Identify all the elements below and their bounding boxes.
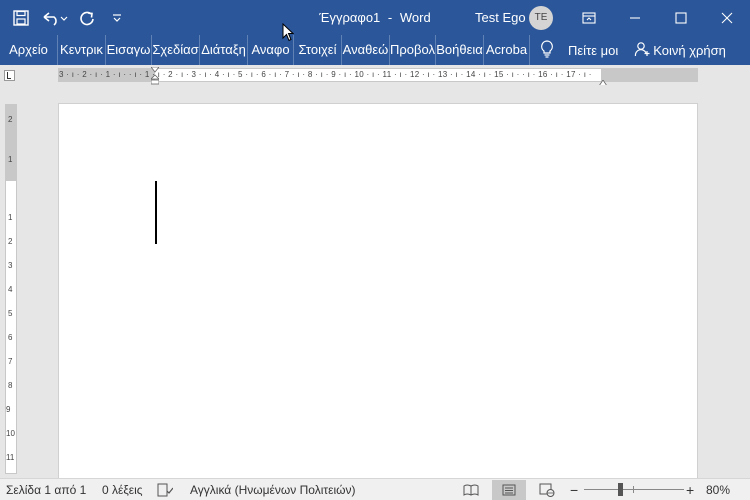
vertical-ruler[interactable]: 2 1 1 2 3 4 5 6 7 8 9 10 11	[5, 104, 17, 474]
vruler-label: 6	[8, 333, 13, 342]
vruler-label: 2	[8, 115, 13, 124]
vruler-label: 1	[8, 155, 13, 164]
zoom-slider-center-mark	[633, 486, 634, 493]
vertical-ruler-scale: 2 1 1 2 3 4 5 6 7 8 9 10 11	[6, 105, 16, 473]
ribbon-display-options-icon[interactable]	[566, 0, 612, 35]
quick-access-toolbar	[8, 0, 130, 35]
proofing-icon[interactable]	[157, 482, 173, 498]
tell-me-box[interactable]: Πείτε μοι	[540, 35, 618, 65]
avatar[interactable]: TE	[529, 6, 553, 30]
tab-home[interactable]: Κεντρικ	[58, 35, 106, 65]
user-name[interactable]: Test Ego	[475, 0, 526, 35]
zoom-slider-thumb[interactable]	[618, 483, 623, 496]
tab-help[interactable]: Βοήθεια	[436, 35, 484, 65]
title-bar: Έγγραφο1 - Word Test Ego TE	[0, 0, 750, 35]
vruler-label: 11	[6, 453, 15, 462]
zoom-slider-track[interactable]	[584, 489, 684, 490]
tab-view[interactable]: Προβολ	[390, 35, 436, 65]
zoom-in-button[interactable]: +	[686, 479, 694, 500]
ribbon-tabs: Αρχείο Κεντρικ Εισαγω Σχεδίασ Διάταξη Αν…	[0, 35, 750, 65]
share-label: Κοινή χρήση	[653, 42, 726, 58]
zoom-out-button[interactable]: −	[570, 479, 578, 500]
tab-file[interactable]: Αρχείο	[0, 35, 58, 65]
save-icon[interactable]	[8, 5, 34, 31]
app-name: Word	[399, 10, 431, 25]
customize-qat-icon[interactable]	[104, 5, 130, 31]
read-mode-icon[interactable]	[462, 482, 480, 498]
indent-marker-icon[interactable]	[150, 66, 160, 85]
document-page[interactable]	[58, 103, 698, 500]
tab-mailings[interactable]: Στοιχεί	[294, 35, 342, 65]
tab-layout[interactable]: Διάταξη	[200, 35, 248, 65]
vruler-label: 2	[8, 237, 13, 246]
redo-icon[interactable]	[74, 5, 100, 31]
title-separator: -	[387, 10, 393, 25]
word-count[interactable]: 0 λέξεις	[102, 479, 143, 500]
add-person-icon	[634, 41, 650, 60]
undo-icon[interactable]	[38, 5, 70, 31]
vruler-label: 1	[8, 213, 13, 222]
document-canvas	[22, 85, 750, 500]
language-indicator[interactable]: Αγγλικά (Ηνωμένων Πολιτειών)	[190, 479, 355, 500]
close-icon[interactable]	[704, 0, 750, 35]
share-button[interactable]: Κοινή χρήση	[634, 35, 726, 65]
zoom-level[interactable]: 80%	[706, 479, 730, 500]
vruler-label: 10	[6, 429, 15, 438]
vruler-label: 9	[6, 405, 11, 414]
horizontal-ruler[interactable]: 3 · ı · 2 · ı · 1 · ı · · ı · 1 · ı · 2 …	[58, 66, 698, 87]
text-cursor	[155, 181, 157, 244]
ruler-row: 3 · ı · 2 · ı · 1 · ı · · ı · 1 · ı · 2 …	[0, 65, 750, 87]
vruler-label: 3	[8, 261, 13, 270]
page-count[interactable]: Σελίδα 1 από 1	[6, 479, 86, 500]
maximize-icon[interactable]	[658, 0, 704, 35]
tab-stop-selector[interactable]	[4, 70, 15, 81]
mouse-pointer-icon	[282, 22, 295, 47]
tab-insert[interactable]: Εισαγω	[106, 35, 152, 65]
tell-me-label: Πείτε μοι	[568, 42, 619, 58]
vruler-label: 4	[8, 285, 13, 294]
print-layout-icon[interactable]	[492, 480, 526, 500]
lightbulb-icon	[540, 39, 554, 61]
right-indent-marker-icon[interactable]	[598, 75, 608, 87]
vruler-label: 8	[8, 381, 13, 390]
document-title: Έγγραφο1	[319, 10, 381, 25]
tab-acrobat[interactable]: Acroba	[484, 35, 530, 65]
tab-review[interactable]: Αναθεώ	[342, 35, 390, 65]
status-bar: Σελίδα 1 από 1 0 λέξεις Αγγλικά (Ηνωμένω…	[0, 478, 750, 500]
tab-design[interactable]: Σχεδίασ	[152, 35, 200, 65]
web-layout-icon[interactable]	[538, 482, 556, 498]
minimize-icon[interactable]	[612, 0, 658, 35]
vruler-label: 5	[8, 309, 13, 318]
vruler-label: 7	[8, 357, 13, 366]
